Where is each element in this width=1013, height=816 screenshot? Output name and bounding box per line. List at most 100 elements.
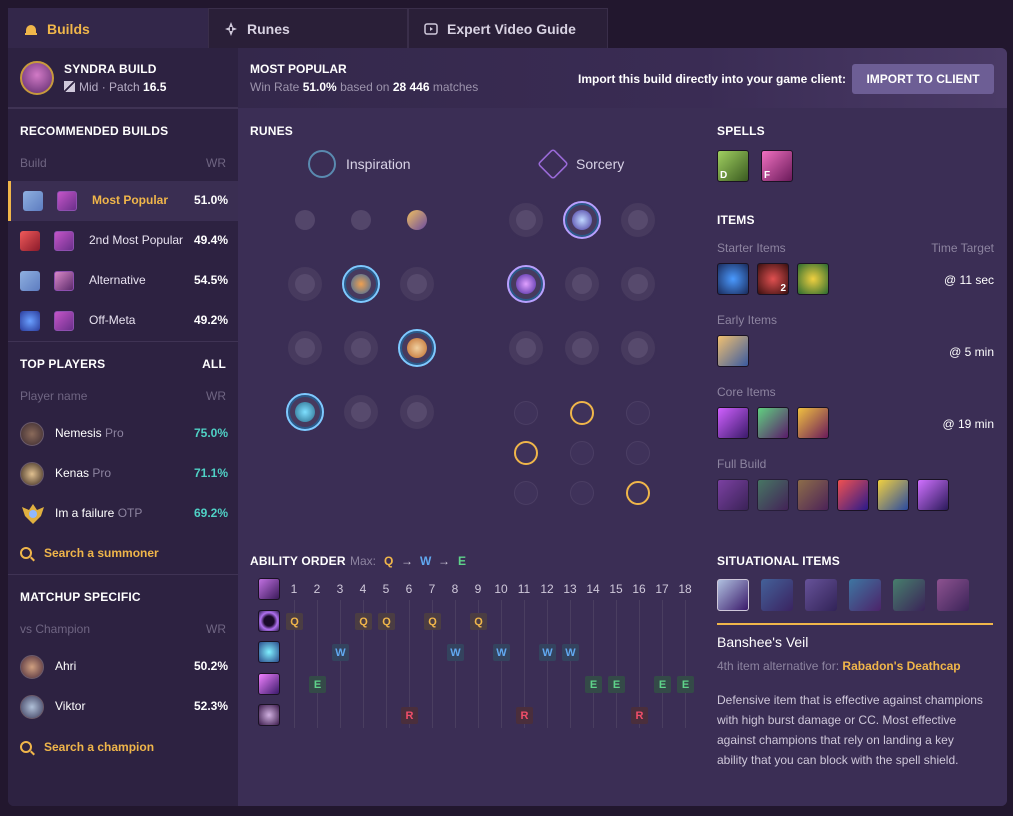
situational-item[interactable]: [805, 579, 837, 611]
full-build-item-icon[interactable]: [837, 479, 869, 511]
rune-slot-selected[interactable]: [398, 329, 436, 367]
search-icon: [20, 547, 32, 559]
flash-spell-icon[interactable]: F: [761, 150, 793, 182]
col-wr: WR: [206, 156, 226, 170]
core-item-icon[interactable]: [717, 407, 749, 439]
rune-slot[interactable]: [286, 265, 324, 303]
matchup-row[interactable]: Viktor 52.3%: [8, 687, 238, 727]
starter-item-icon[interactable]: [717, 263, 749, 295]
ward-item-icon[interactable]: [797, 263, 829, 295]
stat-shard[interactable]: [514, 481, 538, 505]
matchup-name: Viktor: [55, 699, 86, 713]
rune-slot[interactable]: [398, 393, 436, 431]
rune-slot[interactable]: [619, 265, 657, 303]
search-summoner-link[interactable]: Search a summoner: [20, 546, 159, 560]
rune-slot[interactable]: [507, 201, 545, 239]
rune-slot[interactable]: [398, 265, 436, 303]
level-number: 15: [609, 582, 623, 596]
player-name-text: Nemesis: [55, 426, 102, 440]
arrow: →: [438, 554, 450, 568]
stat-shard[interactable]: [570, 441, 594, 465]
situational-item[interactable]: [849, 579, 881, 611]
full-build-item-icon[interactable]: [717, 479, 749, 511]
stat-shard[interactable]: [626, 401, 650, 425]
full-build-item-icon[interactable]: [757, 479, 789, 511]
stat-shard-selected[interactable]: [514, 441, 538, 465]
rune-keystone[interactable]: [286, 201, 324, 239]
player-row[interactable]: Kenas Pro 71.1%: [8, 454, 238, 494]
skill-point-e: E: [654, 676, 671, 693]
time-target-label: Time Target: [931, 241, 994, 255]
divider: [8, 574, 238, 575]
player-row[interactable]: Nemesis Pro 75.0%: [8, 414, 238, 454]
recommended-builds-title: RECOMMENDED BUILDS: [20, 124, 169, 138]
stat-shard-selected[interactable]: [570, 401, 594, 425]
champion-avatar: [20, 655, 44, 679]
rune-slot[interactable]: [342, 329, 380, 367]
tab-expert-video-guide[interactable]: Expert Video Guide: [408, 8, 608, 48]
full-build-item-icon[interactable]: [877, 479, 909, 511]
rune-keystone-selected[interactable]: [398, 201, 436, 239]
rune-slot[interactable]: [507, 329, 545, 367]
skill-point-r: R: [401, 707, 418, 724]
core-item-icon[interactable]: [757, 407, 789, 439]
full-build-item-icon[interactable]: [917, 479, 949, 511]
matchup-row[interactable]: Ahri 50.2%: [8, 647, 238, 687]
role-label: Mid: [79, 80, 99, 94]
early-time: @ 5 min: [949, 345, 994, 359]
rune-slot[interactable]: [619, 201, 657, 239]
rune-icon: [54, 271, 74, 291]
build-row[interactable]: Alternative 54.5%: [8, 261, 238, 301]
player-row[interactable]: Im a failure OTP 69.2%: [8, 494, 238, 534]
spells-title: SPELLS: [717, 124, 765, 138]
rune-slot[interactable]: [342, 393, 380, 431]
tab-runes[interactable]: Runes: [208, 8, 408, 48]
full-build-item-icon[interactable]: [797, 479, 829, 511]
search-champion-link[interactable]: Search a champion: [20, 740, 154, 754]
stat-shard-selected[interactable]: [626, 481, 650, 505]
situational-item[interactable]: [761, 579, 793, 611]
col-player-name: Player name: [20, 389, 88, 403]
divider: [8, 108, 238, 109]
rune-slot-selected[interactable]: [286, 393, 324, 431]
level-number: 6: [405, 582, 413, 596]
potion-item-icon[interactable]: 2: [757, 263, 789, 295]
helmet-icon: [23, 21, 39, 37]
alt-text: 4th item alternative for: Rabadon's Deat…: [717, 659, 961, 673]
rune-slot[interactable]: [563, 265, 601, 303]
rune-slot[interactable]: [619, 329, 657, 367]
skill-point-q: Q: [355, 613, 372, 630]
tab-label: Runes: [247, 20, 290, 37]
build-row[interactable]: Off-Meta 49.2%: [8, 301, 238, 341]
situational-item[interactable]: [937, 579, 969, 611]
import-to-client-button[interactable]: IMPORT TO CLIENT: [852, 64, 994, 94]
rune-keystone[interactable]: [342, 201, 380, 239]
level-number: 10: [494, 582, 508, 596]
level-number: 16: [632, 582, 646, 596]
role-patch: Mid · Patch 16.5: [64, 80, 166, 94]
rune-slot-selected[interactable]: [563, 201, 601, 239]
tab-builds[interactable]: Builds: [8, 8, 208, 48]
stat-shard[interactable]: [570, 481, 594, 505]
rune-slot-selected[interactable]: [342, 265, 380, 303]
max-w: W: [420, 554, 432, 568]
situational-item[interactable]: [893, 579, 925, 611]
champion-header: SYNDRA BUILD Mid · Patch 16.5: [8, 48, 238, 108]
rune-slot[interactable]: [563, 329, 601, 367]
starter-time: @ 11 sec: [944, 273, 994, 287]
core-item-icon[interactable]: [797, 407, 829, 439]
build-row[interactable]: Most Popular 51.0%: [8, 181, 238, 221]
stat-shard[interactable]: [626, 441, 650, 465]
rune-slot[interactable]: [286, 329, 324, 367]
rune-slot-selected[interactable]: [507, 265, 545, 303]
player-name: Kenas Pro: [55, 466, 111, 480]
tab-label: Expert Video Guide: [447, 20, 576, 37]
situational-item-selected[interactable]: [717, 579, 749, 611]
top-players-all-link[interactable]: ALL: [202, 357, 226, 371]
build-row[interactable]: 2nd Most Popular 49.4%: [8, 221, 238, 261]
ignite-spell-icon[interactable]: D: [717, 150, 749, 182]
early-item-icon[interactable]: [717, 335, 749, 367]
stat-shard[interactable]: [514, 401, 538, 425]
player-avatar: [20, 462, 44, 486]
primary-tree-label: Inspiration: [346, 156, 411, 172]
